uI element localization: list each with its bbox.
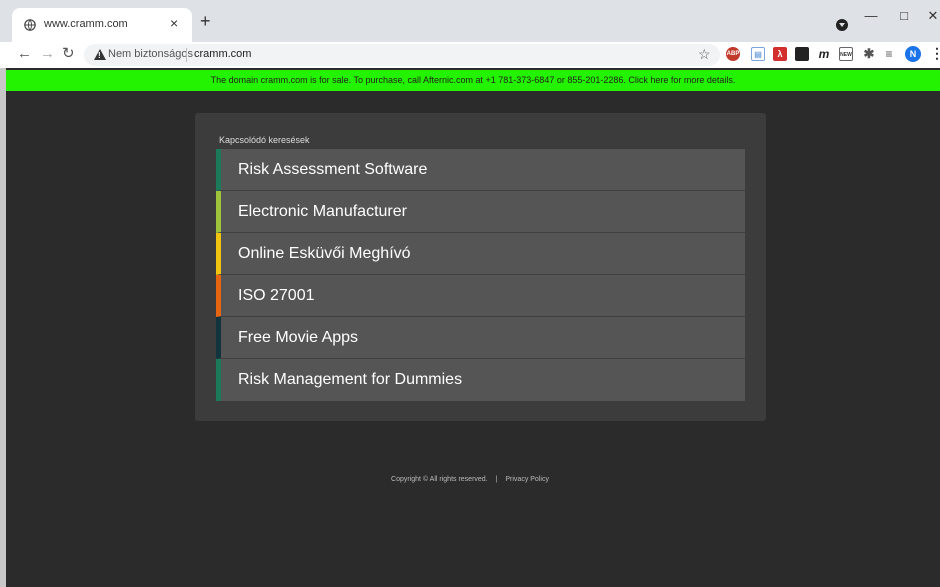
- back-arrow-icon[interactable]: ←: [17, 45, 32, 63]
- footer: Copyright © All rights reserved. | Priva…: [0, 476, 940, 483]
- close-window-icon[interactable]: ✕: [918, 8, 940, 28]
- related-link-item[interactable]: Free Movie Apps: [216, 317, 745, 359]
- sale-banner[interactable]: The domain cramm.com is for sale. To pur…: [6, 70, 940, 91]
- maximize-icon[interactable]: □: [889, 8, 919, 28]
- document-icon[interactable]: ▤: [751, 47, 765, 61]
- browser-toolbar: ← → ↻ Nem biztonságos cramm.com ☆ ABP ▤ …: [0, 42, 940, 68]
- related-link-item[interactable]: Online Esküvői Meghívó: [216, 233, 745, 275]
- m-icon[interactable]: m: [817, 47, 831, 61]
- related-link-label[interactable]: Electronic Manufacturer: [238, 203, 407, 221]
- copyright-text: Copyright © All rights reserved.: [391, 476, 488, 483]
- new-badge-icon[interactable]: NEW: [839, 47, 853, 61]
- related-link-item[interactable]: Electronic Manufacturer: [216, 191, 745, 233]
- related-link-label[interactable]: Free Movie Apps: [238, 329, 358, 347]
- browser-tab[interactable]: www.cramm.com ×: [12, 8, 192, 42]
- url-text[interactable]: cramm.com: [194, 48, 251, 60]
- adblock-icon[interactable]: ABP: [726, 47, 740, 61]
- related-link-item[interactable]: ISO 27001: [216, 275, 745, 317]
- tab-strip: www.cramm.com × + — □ ✕: [0, 0, 940, 42]
- related-link-item[interactable]: Risk Management for Dummies: [216, 359, 745, 401]
- avatar[interactable]: N: [905, 46, 921, 62]
- forward-arrow-icon[interactable]: →: [40, 45, 55, 63]
- bookmark-star-icon[interactable]: ☆: [698, 46, 711, 63]
- reading-list-icon[interactable]: ≡: [882, 47, 896, 61]
- pdf-icon[interactable]: λ: [773, 47, 787, 61]
- related-searches-heading: Kapcsolódó keresések: [219, 135, 310, 145]
- globe-icon: [24, 19, 36, 31]
- related-link-label[interactable]: Risk Management for Dummies: [238, 371, 462, 389]
- privacy-policy-link[interactable]: Privacy Policy: [502, 476, 552, 483]
- footer-separator: |: [495, 476, 498, 483]
- page-left-edge: [0, 68, 6, 587]
- address-bar[interactable]: Nem biztonságos cramm.com ☆: [84, 44, 720, 66]
- related-link-label[interactable]: Risk Assessment Software: [238, 161, 427, 179]
- related-searches-panel: Kapcsolódó keresések Risk Assessment Sof…: [195, 113, 766, 421]
- related-link-label[interactable]: ISO 27001: [238, 287, 315, 305]
- related-link-item[interactable]: Risk Assessment Software: [216, 149, 745, 191]
- address-separator: [186, 48, 187, 62]
- related-link-label[interactable]: Online Esküvői Meghívó: [238, 245, 411, 263]
- warning-icon[interactable]: [94, 49, 106, 60]
- minimize-icon[interactable]: —: [856, 8, 886, 28]
- dark-square-icon[interactable]: [795, 47, 809, 61]
- tab-close-icon[interactable]: ×: [170, 15, 178, 31]
- reload-icon[interactable]: ↻: [62, 45, 75, 63]
- related-links-list: Risk Assessment Software Electronic Manu…: [216, 149, 745, 401]
- security-label[interactable]: Nem biztonságos: [108, 48, 193, 60]
- menu-dots-icon[interactable]: ⋮: [930, 45, 940, 62]
- tab-search-icon[interactable]: [836, 19, 848, 31]
- new-tab-button[interactable]: +: [200, 12, 211, 30]
- puzzle-icon[interactable]: ✱: [862, 47, 876, 61]
- tab-title: www.cramm.com: [44, 18, 128, 30]
